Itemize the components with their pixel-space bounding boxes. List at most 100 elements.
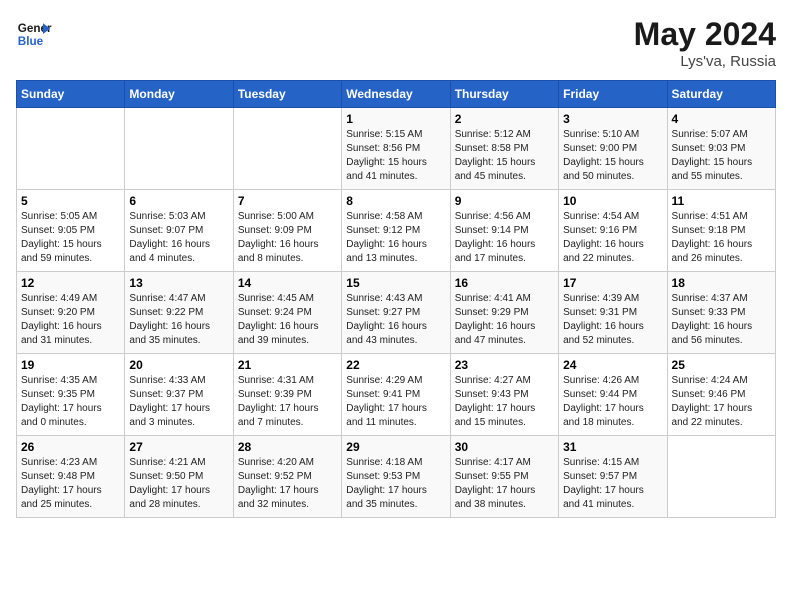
calendar-cell: 8Sunrise: 4:58 AM Sunset: 9:12 PM Daylig… (342, 190, 450, 272)
weekday-header-sunday: Sunday (17, 81, 125, 108)
day-number: 24 (563, 358, 662, 372)
day-info: Sunrise: 5:10 AM Sunset: 9:00 PM Dayligh… (563, 128, 662, 184)
day-info: Sunrise: 4:21 AM Sunset: 9:50 PM Dayligh… (129, 456, 228, 512)
calendar-cell: 19 Sunrise: 4:35 AM Sunset: 9:35 PM Dayli… (17, 354, 125, 436)
day-number: 8 (346, 194, 445, 208)
calendar-cell: 27 Sunrise: 4:21 AM Sunset: 9:50 PM Dayli… (125, 436, 233, 518)
day-number: 29 (346, 440, 445, 454)
weekday-header-friday: Friday (559, 81, 667, 108)
day-info: Sunrise: 4:39 AM Sunset: 9:31 PM Dayligh… (563, 292, 662, 348)
calendar-subtitle: Lys'va, Russia (634, 53, 776, 70)
day-number: 31 (563, 440, 662, 454)
day-number: 20 (129, 358, 228, 372)
calendar-cell: 2 Sunrise: 5:12 AM Sunset: 8:58 PM Daylig… (450, 108, 558, 190)
day-info: Sunrise: 4:35 AM Sunset: 9:35 PM Dayligh… (21, 374, 120, 430)
day-info: Sunrise: 4:20 AM Sunset: 9:52 PM Dayligh… (238, 456, 337, 512)
week-row-2: 5 Sunrise: 5:05 AM Sunset: 9:05 PM Daylig… (17, 190, 776, 272)
day-info: Sunrise: 4:45 AM Sunset: 9:24 PM Dayligh… (238, 292, 337, 348)
day-number: 28 (238, 440, 337, 454)
day-number: 1 (346, 112, 445, 126)
day-number: 17 (563, 276, 662, 290)
calendar-cell: 31 Sunrise: 4:15 AM Sunset: 9:57 PM Dayli… (559, 436, 667, 518)
weekday-header-saturday: Saturday (667, 81, 775, 108)
day-number: 23 (455, 358, 554, 372)
day-number: 27 (129, 440, 228, 454)
svg-text:Blue: Blue (18, 35, 44, 48)
day-info: Sunrise: 4:29 AM Sunset: 9:41 PM Dayligh… (346, 374, 445, 430)
day-number: 12 (21, 276, 120, 290)
day-info: Sunrise: 4:54 AM Sunset: 9:16 PM Dayligh… (563, 210, 662, 266)
day-info: Sunrise: 4:47 AM Sunset: 9:22 PM Dayligh… (129, 292, 228, 348)
day-info: Sunrise: 4:56 AM Sunset: 9:14 PM Dayligh… (455, 210, 554, 266)
calendar-cell: 7 Sunrise: 5:00 AM Sunset: 9:09 PM Daylig… (233, 190, 341, 272)
day-number: 21 (238, 358, 337, 372)
calendar-cell: 15Sunrise: 4:43 AM Sunset: 9:27 PM Dayli… (342, 272, 450, 354)
day-info: Sunrise: 4:27 AM Sunset: 9:43 PM Dayligh… (455, 374, 554, 430)
calendar-cell: 29 Sunrise: 4:18 AM Sunset: 9:53 PM Dayli… (342, 436, 450, 518)
logo-icon: General Blue (16, 16, 52, 52)
day-number: 15 (346, 276, 445, 290)
calendar-cell: 18Sunrise: 4:37 AM Sunset: 9:33 PM Dayli… (667, 272, 775, 354)
calendar-cell: 14Sunrise: 4:45 AM Sunset: 9:24 PM Dayli… (233, 272, 341, 354)
day-info: Sunrise: 4:18 AM Sunset: 9:53 PM Dayligh… (346, 456, 445, 512)
day-number: 4 (672, 112, 771, 126)
calendar-cell: 20 Sunrise: 4:33 AM Sunset: 9:37 PM Dayli… (125, 354, 233, 436)
calendar-cell: 12Sunrise: 4:49 AM Sunset: 9:20 PM Dayli… (17, 272, 125, 354)
day-info: Sunrise: 4:41 AM Sunset: 9:29 PM Dayligh… (455, 292, 554, 348)
calendar-title: May 2024 (634, 16, 776, 53)
calendar-cell: 17 Sunrise: 4:39 AM Sunset: 9:31 PM Dayli… (559, 272, 667, 354)
day-number: 11 (672, 194, 771, 208)
title-block: May 2024 Lys'va, Russia (634, 16, 776, 70)
calendar-cell: 4 Sunrise: 5:07 AM Sunset: 9:03 PM Daylig… (667, 108, 775, 190)
weekday-header-tuesday: Tuesday (233, 81, 341, 108)
calendar-header: General Blue May 2024 Lys'va, Russia (16, 16, 776, 70)
day-info: Sunrise: 4:26 AM Sunset: 9:44 PM Dayligh… (563, 374, 662, 430)
day-info: Sunrise: 5:07 AM Sunset: 9:03 PM Dayligh… (672, 128, 771, 184)
day-number: 25 (672, 358, 771, 372)
weekday-header-wednesday: Wednesday (342, 81, 450, 108)
week-row-4: 19 Sunrise: 4:35 AM Sunset: 9:35 PM Dayli… (17, 354, 776, 436)
day-number: 3 (563, 112, 662, 126)
calendar-cell: 11Sunrise: 4:51 AM Sunset: 9:18 PM Dayli… (667, 190, 775, 272)
calendar-cell: 30Sunrise: 4:17 AM Sunset: 9:55 PM Dayli… (450, 436, 558, 518)
day-number: 13 (129, 276, 228, 290)
day-number: 10 (563, 194, 662, 208)
calendar-cell: 16Sunrise: 4:41 AM Sunset: 9:29 PM Dayli… (450, 272, 558, 354)
calendar-cell: 26 Sunrise: 4:23 AM Sunset: 9:48 PM Dayli… (17, 436, 125, 518)
calendar-cell: 9 Sunrise: 4:56 AM Sunset: 9:14 PM Daylig… (450, 190, 558, 272)
day-info: Sunrise: 4:33 AM Sunset: 9:37 PM Dayligh… (129, 374, 228, 430)
calendar-cell: 13 Sunrise: 4:47 AM Sunset: 9:22 PM Dayli… (125, 272, 233, 354)
calendar-table: SundayMondayTuesdayWednesdayThursdayFrid… (16, 80, 776, 518)
calendar-cell (17, 108, 125, 190)
day-number: 7 (238, 194, 337, 208)
day-number: 19 (21, 358, 120, 372)
calendar-cell: 21Sunrise: 4:31 AM Sunset: 9:39 PM Dayli… (233, 354, 341, 436)
calendar-cell: 25 Sunrise: 4:24 AM Sunset: 9:46 PM Dayli… (667, 354, 775, 436)
day-number: 6 (129, 194, 228, 208)
day-info: Sunrise: 4:15 AM Sunset: 9:57 PM Dayligh… (563, 456, 662, 512)
day-number: 5 (21, 194, 120, 208)
day-number: 22 (346, 358, 445, 372)
calendar-cell: 3 Sunrise: 5:10 AM Sunset: 9:00 PM Daylig… (559, 108, 667, 190)
day-number: 18 (672, 276, 771, 290)
weekday-header-thursday: Thursday (450, 81, 558, 108)
day-info: Sunrise: 5:03 AM Sunset: 9:07 PM Dayligh… (129, 210, 228, 266)
calendar-cell: 10 Sunrise: 4:54 AM Sunset: 9:16 PM Dayli… (559, 190, 667, 272)
weekday-header-row: SundayMondayTuesdayWednesdayThursdayFrid… (17, 81, 776, 108)
day-number: 2 (455, 112, 554, 126)
calendar-cell: 6 Sunrise: 5:03 AM Sunset: 9:07 PM Daylig… (125, 190, 233, 272)
calendar-cell (667, 436, 775, 518)
day-info: Sunrise: 4:23 AM Sunset: 9:48 PM Dayligh… (21, 456, 120, 512)
calendar-cell: 5 Sunrise: 5:05 AM Sunset: 9:05 PM Daylig… (17, 190, 125, 272)
week-row-5: 26 Sunrise: 4:23 AM Sunset: 9:48 PM Dayli… (17, 436, 776, 518)
day-number: 26 (21, 440, 120, 454)
day-info: Sunrise: 5:12 AM Sunset: 8:58 PM Dayligh… (455, 128, 554, 184)
day-number: 9 (455, 194, 554, 208)
day-info: Sunrise: 4:24 AM Sunset: 9:46 PM Dayligh… (672, 374, 771, 430)
week-row-1: 1Sunrise: 5:15 AM Sunset: 8:56 PM Daylig… (17, 108, 776, 190)
day-info: Sunrise: 5:00 AM Sunset: 9:09 PM Dayligh… (238, 210, 337, 266)
calendar-cell: 23 Sunrise: 4:27 AM Sunset: 9:43 PM Dayli… (450, 354, 558, 436)
calendar-cell: 24 Sunrise: 4:26 AM Sunset: 9:44 PM Dayli… (559, 354, 667, 436)
day-info: Sunrise: 5:05 AM Sunset: 9:05 PM Dayligh… (21, 210, 120, 266)
day-number: 30 (455, 440, 554, 454)
